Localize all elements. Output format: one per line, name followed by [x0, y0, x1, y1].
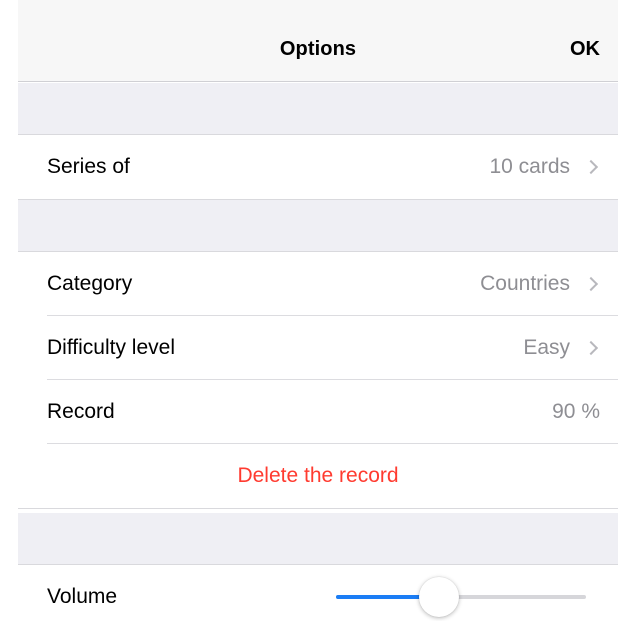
- category-row[interactable]: Category Countries: [18, 252, 618, 316]
- game-section: Category Countries Difficulty level Easy…: [18, 251, 618, 509]
- navigation-bar: Options OK: [18, 0, 618, 82]
- record-label: Record: [47, 400, 115, 423]
- volume-slider[interactable]: [336, 577, 586, 617]
- page-title: Options: [279, 38, 357, 60]
- section-spacer: [18, 200, 618, 252]
- series-row[interactable]: Series of 10 cards: [18, 135, 618, 199]
- chevron-right-icon: [583, 340, 599, 356]
- category-value: Countries: [480, 272, 570, 295]
- volume-row: Volume: [18, 565, 618, 621]
- series-section: Series of 10 cards: [18, 134, 618, 200]
- section-spacer: [18, 513, 618, 565]
- difficulty-row[interactable]: Difficulty level Easy: [18, 315, 618, 380]
- sound-section: Volume: [18, 564, 618, 621]
- volume-thumb[interactable]: [418, 577, 459, 617]
- difficulty-label: Difficulty level: [47, 336, 175, 359]
- difficulty-value: Easy: [523, 336, 570, 359]
- record-row: Record 90 %: [18, 379, 618, 444]
- record-value: 90 %: [552, 400, 600, 423]
- ok-button[interactable]: OK: [570, 38, 600, 61]
- series-value: 10 cards: [489, 155, 570, 178]
- chevron-right-icon: [583, 276, 599, 292]
- delete-record-button[interactable]: Delete the record: [237, 464, 398, 488]
- series-label: Series of: [47, 155, 130, 178]
- volume-label: Volume: [47, 585, 118, 608]
- delete-record-row[interactable]: Delete the record: [18, 443, 618, 508]
- chevron-right-icon: [583, 159, 599, 175]
- section-spacer: [18, 83, 618, 135]
- category-label: Category: [47, 272, 133, 295]
